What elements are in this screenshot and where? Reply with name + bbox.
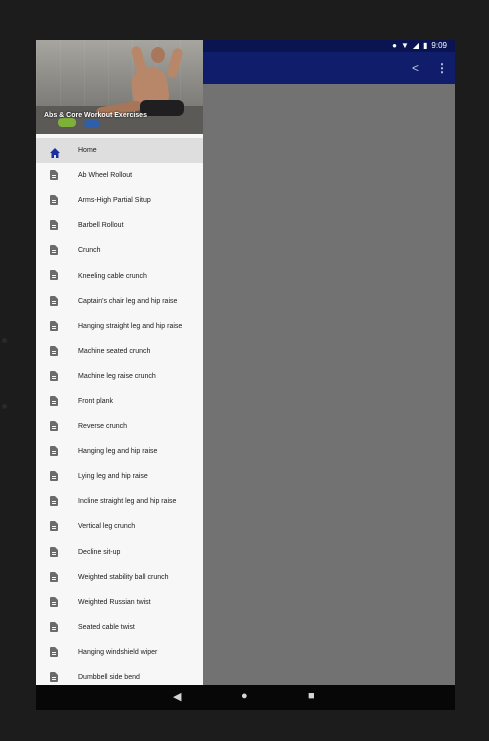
home-icon <box>50 145 60 158</box>
document-icon <box>50 195 59 206</box>
more-options-icon[interactable]: ⋮ <box>436 61 448 75</box>
document-icon <box>50 245 59 256</box>
drawer-item-15[interactable]: Vertical leg crunch <box>36 514 203 539</box>
drawer-item-label: Ab Wheel Rollout <box>78 172 133 180</box>
document-icon <box>50 270 59 281</box>
header-image-shoe-2 <box>84 120 100 128</box>
document-icon <box>50 621 59 633</box>
drawer-item-19[interactable]: Seated cable twist <box>36 615 203 640</box>
side-dot-1 <box>2 338 7 343</box>
document-icon <box>50 170 59 181</box>
drawer-item-label: Kneeling cable crunch <box>78 272 147 280</box>
document-icon <box>50 571 59 583</box>
drawer-item-17[interactable]: Weighted stability ball crunch <box>36 565 203 590</box>
drawer-item-2[interactable]: Arms-High Partial Situp <box>36 188 203 213</box>
drawer-item-0[interactable]: Home <box>36 138 203 164</box>
drawer-item-label: Incline straight leg and hip raise <box>78 498 177 506</box>
document-icon <box>50 671 59 683</box>
drawer-item-10[interactable]: Front plank <box>36 389 203 414</box>
location-icon: ● <box>392 41 397 50</box>
drawer-item-label: Vertical leg crunch <box>78 523 136 531</box>
drawer-item-4[interactable]: Crunch <box>36 238 203 263</box>
drawer-item-label: Hanging windshield wiper <box>78 648 158 656</box>
drawer-item-5[interactable]: Kneeling cable crunch <box>36 263 203 288</box>
drawer-item-label: Weighted Russian twist <box>78 598 151 606</box>
drawer-item-label: Hanging straight leg and hip raise <box>78 322 183 330</box>
share-icon[interactable]: < <box>412 61 419 75</box>
drawer-item-label: Machine leg raise crunch <box>78 372 156 380</box>
device-screen: ● ▼ ◢ ▮ 9:09 s < ⋮ ◀ ● ■ Abs & Core Work… <box>36 40 455 710</box>
header-image-head <box>151 47 165 63</box>
drawer-item-21[interactable]: Dumbbell side bend <box>36 665 203 685</box>
battery-icon: ▮ <box>423 41 428 50</box>
drawer-menu: Home Ab Wheel Rollout Arms-High Partial Si… <box>36 138 203 685</box>
drawer-item-label: Home <box>78 147 97 155</box>
drawer-item-6[interactable]: Captain's chair leg and hip raise <box>36 289 203 314</box>
drawer-item-12[interactable]: Hanging leg and hip raise <box>36 439 203 464</box>
document-icon <box>50 345 59 357</box>
drawer-item-3[interactable]: Barbell Rollout <box>36 213 203 238</box>
document-icon <box>50 295 59 307</box>
drawer-item-label: Decline sit-up <box>78 548 121 556</box>
document-icon <box>50 421 59 432</box>
navigation-drawer: Abs & Core Workout Exercises Home Ab Whee… <box>36 40 203 685</box>
status-time: 9:09 <box>431 41 447 50</box>
drawer-item-label: Captain's chair leg and hip raise <box>78 297 178 305</box>
drawer-header-title: Abs & Core Workout Exercises <box>44 112 147 119</box>
home-nav-icon[interactable]: ● <box>241 690 248 702</box>
drawer-header: Abs & Core Workout Exercises <box>36 40 203 134</box>
document-icon <box>50 370 59 382</box>
signal-icon: ◢ <box>412 41 420 50</box>
drawer-item-label: Machine seated crunch <box>78 347 151 355</box>
drawer-item-18[interactable]: Weighted Russian twist <box>36 590 203 615</box>
drawer-item-label: Front plank <box>78 397 114 405</box>
document-icon <box>50 521 59 532</box>
document-icon <box>50 446 59 457</box>
document-icon <box>50 546 59 558</box>
drawer-item-label: Arms-High Partial Situp <box>78 197 151 205</box>
document-icon <box>50 596 59 608</box>
drawer-item-20[interactable]: Hanging windshield wiper <box>36 640 203 665</box>
document-icon <box>50 395 59 407</box>
drawer-item-label: Crunch <box>78 247 101 255</box>
drawer-item-label: Reverse crunch <box>78 423 128 431</box>
document-icon <box>50 320 59 332</box>
navigation-bar: ◀ ● ■ <box>36 685 455 710</box>
drawer-item-7[interactable]: Hanging straight leg and hip raise <box>36 314 203 339</box>
drawer-item-8[interactable]: Machine seated crunch <box>36 339 203 364</box>
drawer-item-label: Dumbbell side bend <box>78 674 140 682</box>
drawer-item-label: Seated cable twist <box>78 623 135 631</box>
drawer-item-label: Weighted stability ball crunch <box>78 573 169 581</box>
document-icon <box>50 471 59 482</box>
document-icon <box>50 220 59 231</box>
document-icon <box>50 646 59 658</box>
side-dot-2 <box>2 404 7 409</box>
drawer-item-label: Lying leg and hip raise <box>78 473 148 481</box>
drawer-item-13[interactable]: Lying leg and hip raise <box>36 464 203 489</box>
drawer-item-11[interactable]: Reverse crunch <box>36 414 203 439</box>
drawer-item-14[interactable]: Incline straight leg and hip raise <box>36 489 203 514</box>
drawer-item-label: Barbell Rollout <box>78 222 124 230</box>
recents-icon[interactable]: ■ <box>308 690 315 702</box>
drawer-item-label: Hanging leg and hip raise <box>78 448 158 456</box>
drawer-item-9[interactable]: Machine leg raise crunch <box>36 364 203 389</box>
document-icon <box>50 496 59 507</box>
drawer-item-1[interactable]: Ab Wheel Rollout <box>36 163 203 188</box>
drawer-item-16[interactable]: Decline sit-up <box>36 540 203 565</box>
wifi-icon: ▼ <box>400 41 409 50</box>
back-icon[interactable]: ◀ <box>173 690 181 703</box>
header-image-shoe-1 <box>58 118 76 127</box>
